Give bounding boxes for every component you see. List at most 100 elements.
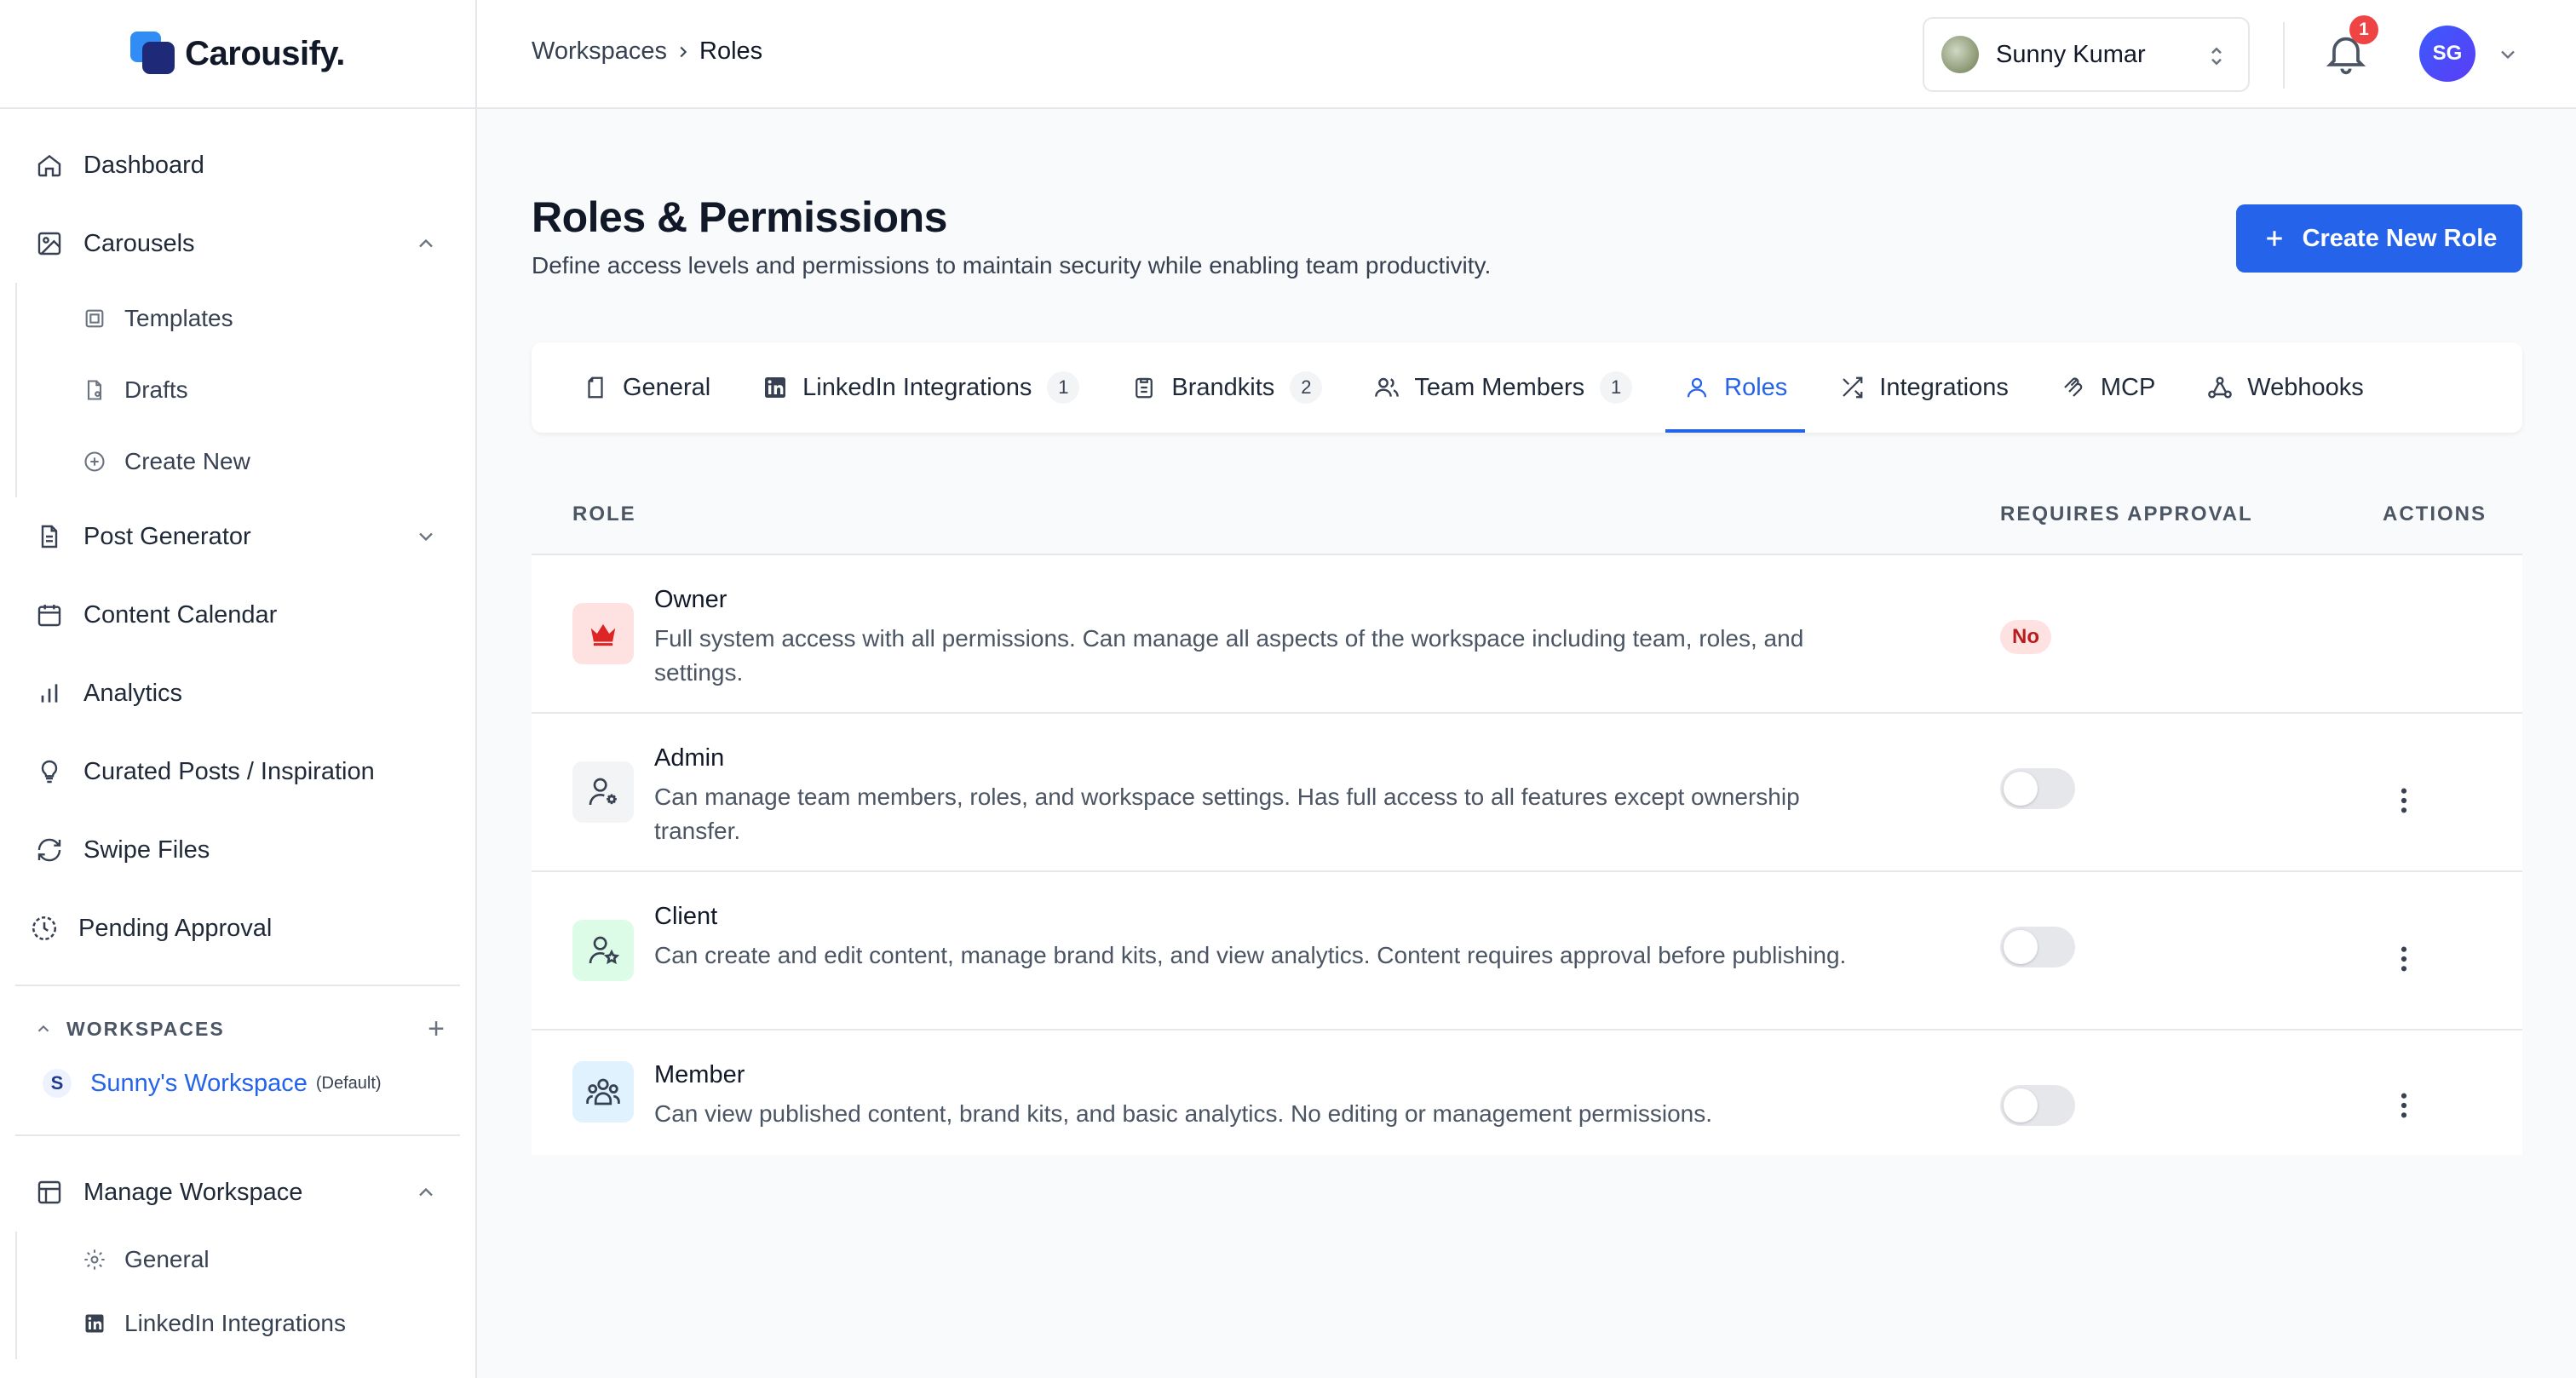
sidebar-item-curated-posts[interactable]: Curated Posts / Inspiration — [0, 732, 475, 811]
app-logo[interactable]: Carousify. — [0, 0, 475, 109]
profile-avatar[interactable]: SG — [2419, 26, 2475, 82]
table-row: Admin Can manage team members, roles, an… — [532, 714, 2522, 872]
tab-label: General — [623, 373, 711, 401]
role-icon-container — [572, 1061, 634, 1122]
sidebar-subitem-templates[interactable]: Templates — [17, 283, 475, 354]
users-group-icon — [586, 1078, 620, 1105]
tab-brandkits[interactable]: Brandkits 2 — [1113, 342, 1340, 433]
sidebar-item-label: Carousels — [83, 229, 195, 257]
carousels-submenu: Templates Drafts Create New — [15, 283, 475, 497]
tab-roles[interactable]: Roles — [1665, 342, 1806, 433]
tab-team-members[interactable]: Team Members 1 — [1355, 342, 1650, 433]
chevron-up-down-icon — [2211, 47, 2222, 66]
sidebar-item-pending-approval[interactable]: Pending Approval — [0, 889, 475, 967]
file-icon — [582, 374, 609, 401]
linkedin-icon — [762, 374, 789, 401]
user-select[interactable]: Sunny Kumar — [1923, 17, 2250, 92]
sidebar-subitem-drafts[interactable]: Drafts — [17, 354, 475, 426]
workspace-item[interactable]: S Sunny's Workspace (Default) — [0, 1054, 475, 1112]
more-actions-button[interactable] — [2387, 784, 2421, 818]
tab-mcp[interactable]: MCP — [2042, 342, 2173, 433]
user-gear-icon — [589, 778, 617, 806]
sidebar-item-content-calendar[interactable]: Content Calendar — [0, 576, 475, 654]
plus-icon — [2266, 231, 2282, 246]
requires-approval-toggle[interactable] — [2000, 768, 2075, 809]
tab-webhooks[interactable]: Webhooks — [2188, 342, 2382, 433]
sidebar-subitem-label: Create New — [124, 448, 250, 474]
tab-label: Integrations — [1879, 373, 2009, 401]
template-icon — [82, 306, 107, 331]
approval-status-badge: No — [2000, 620, 2051, 654]
workspace-initial: S — [43, 1069, 72, 1098]
sidebar-divider — [15, 985, 460, 986]
role-icon-container — [572, 920, 634, 981]
role-name: Client — [654, 903, 718, 930]
sidebar-item-label: Curated Posts / Inspiration — [83, 757, 375, 785]
sidebar-item-label: Swipe Files — [83, 835, 210, 864]
tab-integrations[interactable]: Integrations — [1820, 342, 2027, 433]
webhook-icon — [2206, 374, 2234, 401]
tab-general[interactable]: General — [564, 342, 728, 433]
crown-icon — [590, 623, 616, 646]
plus-circle-icon — [82, 449, 107, 474]
chevron-down-icon[interactable] — [414, 525, 438, 548]
clipboard-icon — [1130, 374, 1158, 401]
sidebar-item-manage-workspace[interactable]: Manage Workspace — [0, 1153, 475, 1232]
table-header: ROLE REQUIRES APPROVAL ACTIONS — [532, 475, 2522, 555]
sidebar-item-analytics[interactable]: Analytics — [0, 654, 475, 732]
chevron-up-icon[interactable] — [34, 1019, 53, 1038]
chevron-down-icon[interactable] — [2496, 43, 2520, 66]
sidebar-item-swipe-files[interactable]: Swipe Files — [0, 811, 475, 889]
more-actions-button[interactable] — [2387, 1088, 2421, 1122]
role-description: Full system access with all permissions.… — [654, 625, 1804, 686]
draft-icon — [82, 377, 107, 403]
chevron-up-icon[interactable] — [414, 1180, 438, 1204]
role-name: Owner — [654, 586, 727, 613]
sidebar-subitem-linkedin-integrations[interactable]: LinkedIn Integrations — [17, 1288, 475, 1359]
user-photo-avatar — [1941, 36, 1979, 73]
sidebar-subitem-create-new[interactable]: Create New — [17, 426, 475, 497]
breadcrumb-workspaces[interactable]: Workspaces — [532, 37, 667, 66]
user-icon — [1683, 374, 1711, 401]
tab-label: Webhooks — [2247, 373, 2364, 401]
linkedin-icon — [82, 1311, 107, 1336]
chevron-up-icon[interactable] — [414, 232, 438, 256]
create-new-role-button[interactable]: Create New Role — [2236, 204, 2522, 273]
sidebar-subitem-label: LinkedIn Integrations — [124, 1310, 346, 1336]
layout-icon — [34, 1177, 65, 1208]
sidebar-item-label: Pending Approval — [78, 914, 273, 942]
tab-label: MCP — [2100, 373, 2156, 401]
sidebar-item-post-generator[interactable]: Post Generator — [0, 497, 475, 576]
workspace-default-tag: (Default) — [315, 1073, 382, 1093]
role-description: Can manage team members, roles, and work… — [654, 784, 1800, 844]
logo-mark-icon — [130, 32, 175, 76]
tab-count-badge: 2 — [1290, 371, 1323, 404]
manage-submenu: General LinkedIn Integrations — [15, 1232, 475, 1359]
create-new-role-label: Create New Role — [2302, 224, 2498, 252]
sidebar-subitem-general[interactable]: General — [17, 1232, 475, 1288]
column-header-actions: ACTIONS — [2383, 502, 2487, 525]
roles-table: ROLE REQUIRES APPROVAL ACTIONS Owner Ful… — [532, 475, 2522, 1155]
role-icon-container — [572, 603, 634, 664]
top-bar: Workspaces Roles Sunny Kumar 1 SG — [477, 0, 2576, 109]
requires-approval-toggle[interactable] — [2000, 1085, 2075, 1126]
sidebar-item-dashboard[interactable]: Dashboard — [0, 126, 475, 204]
shuffle-icon — [1838, 374, 1866, 401]
add-workspace-icon[interactable]: + — [428, 1013, 446, 1046]
sidebar-item-carousels[interactable]: Carousels — [0, 204, 475, 283]
requires-approval-toggle[interactable] — [2000, 927, 2075, 967]
sidebar-subitem-label: Templates — [124, 305, 233, 331]
workspaces-header[interactable]: WORKSPACES + — [0, 1003, 475, 1054]
tab-linkedin-integrations[interactable]: LinkedIn Integrations 1 — [744, 342, 1097, 433]
sidebar-item-label: Manage Workspace — [83, 1178, 303, 1206]
more-actions-button[interactable] — [2387, 942, 2421, 976]
sidebar-item-label: Dashboard — [83, 151, 204, 179]
topbar-divider — [2283, 22, 2285, 89]
clock-dashed-icon — [29, 913, 60, 944]
column-header-role: ROLE — [572, 502, 636, 525]
notification-count-badge: 1 — [2349, 15, 2378, 44]
user-select-name: Sunny Kumar — [1996, 40, 2146, 68]
image-icon — [34, 228, 65, 259]
kebab-menu-icon — [2401, 1093, 2407, 1118]
sidebar: Carousify. Dashboard Carousels Templates — [0, 0, 477, 1378]
